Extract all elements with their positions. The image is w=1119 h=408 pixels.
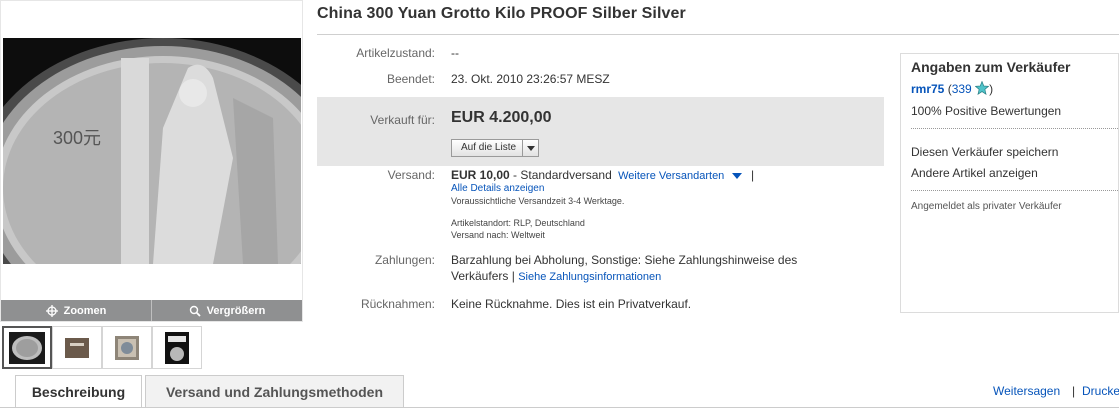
payment-line-2: Verkäufers | Siehe Zahlungsinformationen	[451, 269, 662, 283]
shipping-label: Versand:	[387, 168, 435, 182]
watchlist-label: Auf die Liste	[452, 140, 524, 156]
caret-down-icon[interactable]	[731, 173, 742, 179]
sold-price: EUR 4.200,00	[451, 109, 552, 126]
tab-description[interactable]: Beschreibung	[15, 375, 142, 408]
zoom-button[interactable]: Zoomen	[1, 300, 152, 321]
crosshair-icon	[45, 304, 58, 317]
payment-value: Barzahlung bei Abholung, Sonstige: Siehe…	[451, 253, 798, 267]
coin-denomination: 300元	[53, 128, 101, 148]
positive-feedback: 100% Positive Bewertungen	[911, 104, 1062, 118]
watchlist-button[interactable]: Auf die Liste	[451, 139, 540, 157]
seller-divider-1	[911, 128, 1118, 129]
condition-value: --	[451, 46, 459, 60]
seller-divider-2	[911, 190, 1118, 191]
ships-to: Versand nach: Weltweit	[451, 230, 545, 240]
thumbnail-1[interactable]	[2, 326, 52, 369]
main-product-image[interactable]: 300元	[3, 38, 301, 264]
all-details-link[interactable]: Alle Details anzeigen	[451, 183, 544, 194]
other-items-link[interactable]: Andere Artikel anzeigen	[911, 166, 1038, 180]
certificate-thumbnail-icon	[115, 335, 139, 360]
chevron-down-icon[interactable]	[523, 140, 538, 156]
price-panel	[317, 97, 884, 166]
zoom-label: Zoomen	[63, 304, 107, 317]
item-location: Artikelstandort: RLP, Deutschland	[451, 218, 585, 228]
payment-info-link[interactable]: Siehe Zahlungsinformationen	[518, 271, 661, 283]
thumbnail-3[interactable]	[102, 326, 152, 369]
box-thumbnail-icon	[65, 337, 89, 358]
thumbnail-4[interactable]	[152, 326, 202, 369]
enlarge-label: Vergrößern	[206, 304, 266, 317]
feedback-score-link[interactable]: 339	[952, 82, 972, 96]
case-thumbnail-icon	[165, 331, 189, 364]
print-link[interactable]: Drucken	[1082, 384, 1119, 398]
returns-value: Keine Rücknahme. Dies ist ein Privatverk…	[451, 297, 692, 311]
enlarge-button[interactable]: Vergrößern	[152, 300, 302, 321]
save-seller-link[interactable]: Diesen Verkäufer speichern	[911, 145, 1058, 159]
registered-as: Angemeldet als privater Verkäufer	[911, 201, 1062, 212]
seller-id-line: rmr75 (339 )	[911, 80, 994, 96]
thumbnail-2[interactable]	[52, 326, 102, 369]
condition-label: Artikelzustand:	[356, 46, 435, 60]
ended-value: 23. Okt. 2010 23:26:57 MESZ	[451, 72, 610, 86]
share-separator: |	[1072, 384, 1076, 398]
ended-label: Beendet:	[386, 72, 435, 86]
coin-photo: 300元	[3, 38, 301, 264]
sold-label: Verkauft für:	[370, 113, 435, 127]
page-title: China 300 Yuan Grotto Kilo PROOF Silber …	[317, 5, 686, 22]
magnifier-icon	[189, 305, 201, 317]
zoom-toolbar: Zoomen Vergrößern	[1, 300, 302, 321]
thumbnail-strip	[2, 326, 202, 369]
shipping-method: - Standardversand	[509, 168, 612, 182]
title-divider	[317, 34, 1119, 35]
shipping-time: Voraussichtliche Versandzeit 3-4 Werktag…	[451, 196, 625, 206]
payment-label: Zahlungen:	[374, 253, 435, 267]
seller-name-link[interactable]: rmr75	[911, 82, 944, 96]
shipping-line: EUR 10,00 - Standardversand Weitere Vers…	[451, 168, 755, 182]
coin-thumbnail-icon	[9, 331, 45, 364]
seller-heading: Angaben zum Verkäufer	[911, 59, 1071, 75]
returns-label: Rücknahmen:	[360, 297, 435, 311]
payment-value-2: Verkäufers	[451, 269, 509, 283]
share-link[interactable]: Weitersagen	[993, 384, 1060, 398]
tab-shipping-payment[interactable]: Versand und Zahlungsmethoden	[145, 375, 404, 408]
star-icon	[974, 80, 990, 95]
shipping-price: EUR 10,00	[451, 168, 510, 182]
more-shipping-link[interactable]: Weitere Versandarten	[618, 170, 724, 182]
